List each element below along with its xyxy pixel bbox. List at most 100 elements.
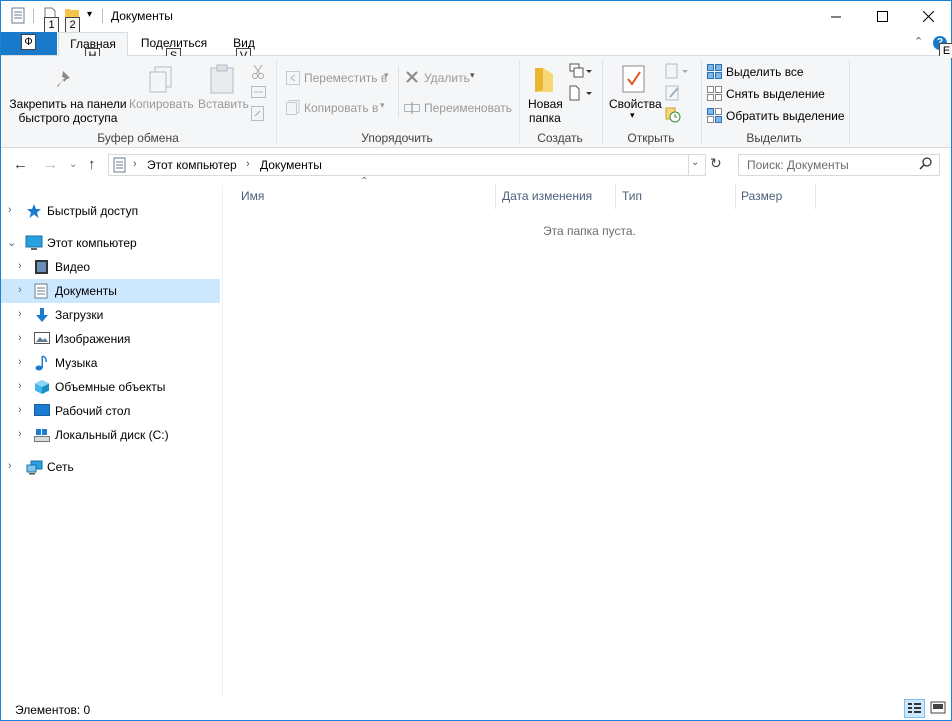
- nav-videos[interactable]: › Видео: [1, 255, 220, 279]
- chevron-right-icon[interactable]: ›: [8, 204, 12, 216]
- copy-to-dropdown-icon: ▾: [380, 100, 385, 110]
- move-to-button[interactable]: Переместить в ▾: [284, 68, 394, 88]
- empty-folder-message: Эта папка пуста.: [543, 224, 636, 238]
- chevron-right-icon[interactable]: ›: [18, 284, 22, 296]
- nav-downloads[interactable]: › Загрузки: [1, 303, 220, 327]
- new-folder-button[interactable]: Новая папка: [523, 62, 565, 126]
- easy-access-icon[interactable]: [569, 85, 593, 104]
- column-header-name[interactable]: Имя: [241, 189, 264, 203]
- properties-dropdown-icon: ▾: [630, 110, 635, 120]
- properties-label: Свойства: [609, 97, 662, 111]
- refresh-icon[interactable]: ↻: [710, 155, 722, 172]
- column-header-type[interactable]: Тип: [622, 189, 642, 203]
- music-icon: [34, 355, 50, 371]
- forward-button[interactable]: →: [43, 156, 58, 173]
- column-separator[interactable]: [815, 184, 816, 209]
- pin-icon: [55, 68, 77, 93]
- search-input[interactable]: Поиск: Документы: [747, 158, 849, 172]
- copy-path-icon[interactable]: [251, 86, 266, 101]
- delete-button[interactable]: Удалить ▾: [404, 68, 484, 88]
- select-none-button[interactable]: Снять выделение: [706, 85, 846, 103]
- column-separator[interactable]: [615, 184, 616, 209]
- properties-button[interactable]: Свойства ▾: [606, 62, 662, 126]
- pin-label-2: быстрого доступа: [18, 111, 118, 125]
- 3d-objects-icon: [34, 379, 50, 395]
- qat-keytip-1: 1: [44, 17, 59, 33]
- up-button[interactable]: ↑: [88, 156, 96, 173]
- copy-to-label: Копировать в: [304, 101, 379, 115]
- chevron-down-icon[interactable]: ⌄: [7, 236, 16, 249]
- nav-quick-access[interactable]: › Быстрый доступ: [1, 199, 220, 223]
- pin-quick-access-button[interactable]: Закрепить на панели быстрого доступа: [5, 62, 127, 126]
- column-header-date[interactable]: Дата изменения: [502, 189, 592, 203]
- ribbon-separator: [701, 60, 702, 144]
- nav-local-disk[interactable]: › Локальный диск (C:): [1, 423, 220, 447]
- column-separator[interactable]: [495, 184, 496, 209]
- nav-music[interactable]: › Музыка: [1, 351, 220, 375]
- chevron-right-icon[interactable]: ›: [18, 308, 22, 320]
- document-folder-icon[interactable]: [11, 7, 27, 25]
- organize-inner-separator: [398, 66, 399, 118]
- invert-selection-button[interactable]: Обратить выделение: [706, 107, 846, 125]
- chevron-right-icon[interactable]: ›: [8, 460, 12, 472]
- nav-documents[interactable]: › Документы: [1, 279, 220, 303]
- pane-divider[interactable]: [222, 185, 223, 697]
- edit-icon[interactable]: [665, 85, 681, 104]
- nav-desktop[interactable]: › Рабочий стол: [1, 399, 220, 423]
- column-separator[interactable]: [735, 184, 736, 209]
- nav-3d-objects[interactable]: › Объемные объекты: [1, 375, 220, 399]
- paste-shortcut-icon[interactable]: [251, 106, 265, 124]
- back-button[interactable]: ←: [13, 156, 28, 173]
- close-button[interactable]: [905, 1, 951, 32]
- status-item-count: Элементов: 0: [15, 703, 91, 717]
- rename-label: Переименовать: [424, 101, 512, 115]
- breadcrumb-this-pc[interactable]: Этот компьютер: [147, 158, 237, 172]
- select-all-button[interactable]: Выделить все: [706, 63, 846, 81]
- nav-pictures-label: Изображения: [55, 332, 131, 346]
- ribbon-tabs: Ф Ф Главная H Поделиться S Вид V ⌃ ? E: [1, 32, 952, 64]
- rename-button[interactable]: Переименовать: [404, 98, 514, 118]
- copy-button[interactable]: Копировать: [129, 62, 194, 126]
- chevron-right-icon[interactable]: ›: [18, 380, 22, 392]
- sort-ascending-icon: ⌃: [360, 176, 369, 187]
- chevron-right-icon[interactable]: ›: [18, 404, 22, 416]
- chevron-right-icon[interactable]: ›: [18, 332, 22, 344]
- search-icon[interactable]: [919, 156, 933, 173]
- invert-selection-label: Обратить выделение: [726, 109, 845, 123]
- large-icons-view-button[interactable]: [928, 699, 949, 718]
- recent-locations-icon[interactable]: ⌄: [69, 159, 77, 170]
- nav-network[interactable]: › Сеть: [1, 455, 220, 479]
- qat-dropdown-icon[interactable]: ▾: [87, 9, 92, 20]
- address-bar[interactable]: › Этот компьютер › Документы ⌄: [108, 154, 706, 176]
- details-view-button[interactable]: [904, 699, 925, 718]
- star-icon: [26, 203, 42, 219]
- chevron-right-icon[interactable]: ›: [18, 356, 22, 368]
- nav-pictures[interactable]: › Изображения: [1, 327, 220, 351]
- chevron-right-icon[interactable]: ›: [18, 428, 22, 440]
- properties-icon: [621, 64, 647, 97]
- cut-icon[interactable]: [251, 64, 265, 83]
- address-dropdown-icon[interactable]: ⌄: [691, 157, 699, 168]
- chevron-right-icon[interactable]: ›: [18, 260, 22, 272]
- breadcrumb-documents[interactable]: Документы: [260, 158, 322, 172]
- minimize-button[interactable]: [813, 1, 859, 32]
- collapse-ribbon-icon[interactable]: ⌃: [914, 35, 923, 48]
- ribbon-separator: [849, 60, 850, 144]
- paste-label: Вставить: [198, 97, 249, 111]
- nav-this-pc[interactable]: ⌄ Этот компьютер: [1, 231, 220, 255]
- nav-network-label: Сеть: [47, 460, 74, 474]
- file-keytip: Ф: [21, 34, 36, 50]
- copy-to-button[interactable]: Копировать в ▾: [284, 98, 394, 118]
- ribbon-separator: [519, 60, 520, 144]
- select-all-icon: [707, 64, 722, 82]
- new-item-icon[interactable]: [569, 63, 593, 82]
- search-box[interactable]: Поиск: Документы: [738, 154, 940, 176]
- paste-button[interactable]: Вставить: [197, 62, 249, 126]
- new-folder-icon: [533, 66, 555, 97]
- organize-group-label: Упорядочить: [361, 131, 433, 145]
- clipboard-group-label: Буфер обмена: [97, 131, 179, 145]
- maximize-button[interactable]: [859, 1, 905, 32]
- open-icon[interactable]: [665, 63, 689, 82]
- history-icon[interactable]: [665, 107, 681, 126]
- column-header-size[interactable]: Размер: [741, 189, 782, 203]
